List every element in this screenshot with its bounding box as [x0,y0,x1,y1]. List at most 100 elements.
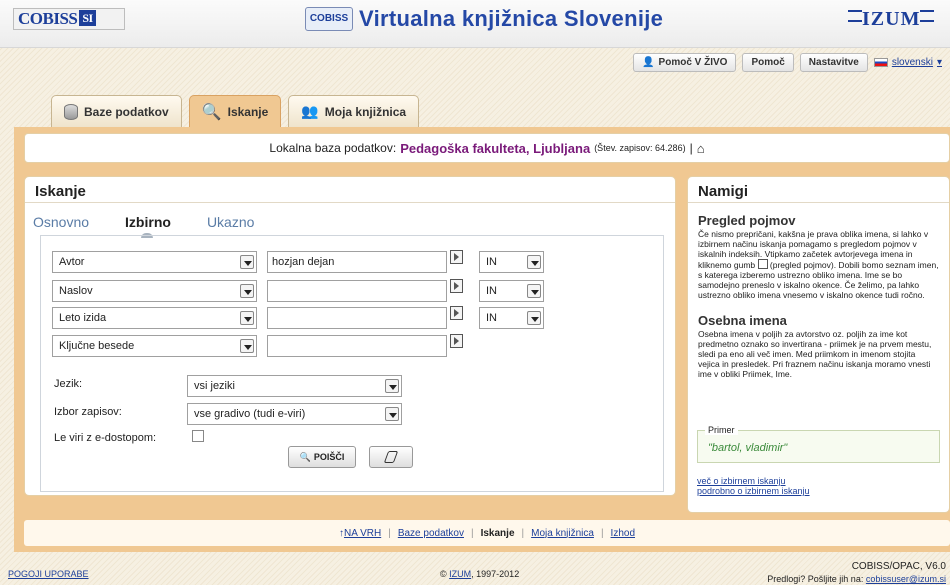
copyright: © IZUM, 1997-2012 [440,569,519,579]
footer-separator: | [388,527,391,539]
search-input-2[interactable] [267,280,447,302]
site-title: COBISS Virtualna knjižnica Slovenije [305,4,663,34]
cobiss-book-icon: COBISS [305,7,353,31]
tips-heading-terms: Pregled pojmov [698,213,796,228]
utility-bar: 👤 Pomoč V ŽIVO Pomoč Nastavitve slovenski… [633,53,942,72]
language-label: slovenski [891,57,933,68]
tab-command[interactable]: Ukazno [207,214,254,230]
operator-select-1[interactable]: IN [479,251,544,273]
chevron-down-icon: ▾ [936,57,942,68]
izum-link[interactable]: IZUM [449,569,471,579]
database-icon [64,103,78,120]
operator-select-2[interactable]: IN [479,280,544,302]
search-input-1[interactable]: hozjan dejan [267,251,447,273]
izum-logo[interactable]: IZUM [848,8,934,31]
tab-basic[interactable]: Osnovno [33,214,89,230]
database-banner: Lokalna baza podatkov: Pedagoška fakulte… [24,133,950,163]
magnifier-icon: 🔍 [201,104,222,121]
footer-separator: | [521,527,525,539]
clear-button[interactable] [369,446,413,468]
tips-title: Namigi [688,177,949,203]
terms-link[interactable]: POGOJI UPORABE [8,569,89,579]
eraser-icon [383,451,399,463]
language-filter-select[interactable]: vsi jeziki [187,375,402,397]
footer-search-current: Iskanje [480,527,515,539]
tab-my-library-label: Moja knjižnica [324,104,407,119]
operator-select-2-value: IN [486,285,497,297]
cobiss-logo[interactable]: COBISS SI [13,8,125,30]
language-select[interactable]: slovenski ▾ [873,57,942,68]
dropdown-arrow-icon [240,284,254,298]
footer-my-library-link[interactable]: Moja knjižnica [531,528,594,539]
field-select-1-value: Avtor [59,256,85,268]
field-select-3-value: Leto izida [59,312,107,324]
field-select-2[interactable]: Naslov [52,280,257,302]
dropdown-arrow-icon [385,379,399,393]
language-filter-value: vsi jeziki [194,380,235,392]
tab-databases[interactable]: Baze podatkov [51,95,182,127]
field-select-1[interactable]: Avtor [52,251,257,273]
tips-paragraph-names: Osebna imena v poljih za avtorstvo oz. p… [698,329,932,379]
search-input-4[interactable] [267,335,447,357]
dropdown-arrow-icon [240,339,254,353]
eaccess-checkbox[interactable] [192,430,204,442]
search-input-3[interactable] [267,307,447,329]
tips-links: več o izbirnem iskanju podrobno o izbirn… [697,476,810,496]
search-button[interactable]: 🔍 POIŠČI [288,446,356,468]
footer-top-link[interactable]: NA VRH [344,528,381,539]
field-select-4[interactable]: Ključne besede [52,335,257,357]
tab-my-library[interactable]: 👥 Moja knjižnica [288,95,420,127]
dropdown-arrow-icon [240,255,254,269]
operator-select-1-value: IN [486,256,497,268]
site-title-text: Virtualna knjižnica Slovenije [359,6,664,31]
magnifier-icon: 🔍 [299,451,311,462]
example-label: Primer [705,425,738,435]
dropdown-arrow-icon [527,284,541,298]
help-button[interactable]: Pomoč [742,53,794,72]
main-tabs: Baze podatkov 🔍 Iskanje 👥 Moja knjižnica [51,95,420,128]
tips-heading-names: Osebna imena [698,313,787,328]
example-box: Primer "bartol, vladimir" [697,425,940,463]
tab-search-label: Iskanje [227,105,269,119]
copyright-years: , 1997-2012 [471,569,520,579]
footer-databases-link[interactable]: Baze podatkov [398,528,464,539]
footer-exit-link[interactable]: Izhod [611,528,635,539]
operator-select-3[interactable]: IN [479,307,544,329]
banner-prefix: Lokalna baza podatkov: [269,141,397,155]
cobiss-logo-box: SI [79,10,96,26]
live-help-button[interactable]: 👤 Pomoč V ŽIVO [633,53,737,72]
more-advanced-search-link[interactable]: več o izbirnem iskanju [697,476,810,486]
dropdown-arrow-icon [527,255,541,269]
record-count: (Štev. zapisov: 64.286) [594,143,686,153]
operator-select-3-value: IN [486,312,497,324]
browse-index-button[interactable] [450,306,463,320]
tab-advanced[interactable]: Izbirno [125,214,171,238]
person-icon: 👤 [642,57,655,68]
language-label: Jezik: [54,378,83,390]
selection-filter-select[interactable]: vse gradivo (tudi e-viri) [187,403,402,425]
field-select-2-value: Naslov [59,285,93,297]
browse-index-icon [757,259,768,269]
tab-search[interactable]: 🔍 Iskanje [188,95,282,128]
field-select-3[interactable]: Leto izida [52,307,257,329]
search-button-label: POIŠČI [313,452,345,462]
detailed-advanced-search-link[interactable]: podrobno o izbirnem iskanju [697,486,810,496]
tips-paragraph-terms: Če nismo prepričani, kakšna je prava obl… [698,229,939,300]
bottom-bar: POGOJI UPORABE © IZUM, 1997-2012 COBISS/… [0,561,950,585]
footer-separator: | [600,527,604,539]
dropdown-arrow-icon [385,407,399,421]
top-bar: COBISS SI COBISS Virtualna knjižnica Slov… [0,0,950,48]
suggestions: Predlogi? Pošljite jih na: cobissuser@iz… [767,574,946,584]
live-help-label: Pomoč V ŽIVO [658,57,728,68]
dropdown-arrow-icon [240,311,254,325]
search-mode-tabs: Osnovno Izbirno Ukazno [33,214,254,238]
browse-index-button[interactable] [450,334,463,348]
browse-index-button[interactable] [450,279,463,293]
email-link[interactable]: cobissuser@izum.si [866,574,946,584]
browse-index-button[interactable] [450,250,463,264]
slovenian-flag-icon [873,58,888,67]
tab-databases-label: Baze podatkov [84,104,169,119]
library-name: Pedagoška fakulteta, Ljubljana [400,140,591,156]
home-icon[interactable]: ⌂ [697,141,705,156]
settings-button[interactable]: Nastavitve [799,53,868,72]
